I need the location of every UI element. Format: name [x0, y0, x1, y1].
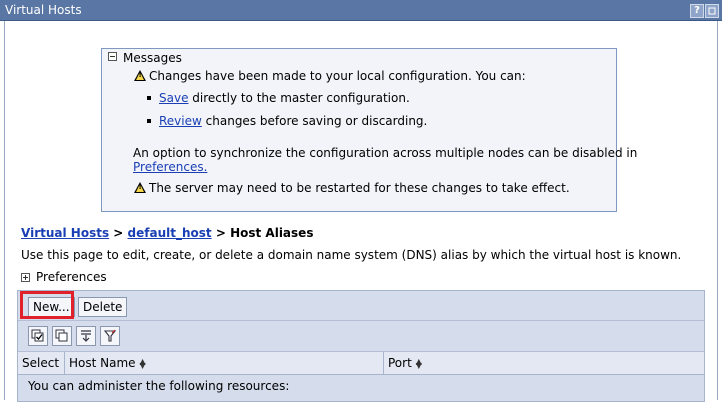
preferences-link[interactable]: Preferences. — [133, 160, 207, 174]
button-toolbar: New... Delete — [18, 291, 704, 321]
select-all-icon[interactable] — [28, 326, 48, 346]
sync-text: An option to synchronize the configurati… — [133, 146, 638, 160]
messages-header[interactable]: Messages — [108, 51, 182, 65]
frame-border-right — [717, 21, 718, 400]
column-select: Select — [18, 352, 65, 374]
review-option: Review changes before saving or discardi… — [147, 114, 427, 128]
messages-title: Messages — [123, 51, 182, 65]
review-link[interactable]: Review — [159, 114, 202, 128]
expand-icon[interactable] — [21, 273, 30, 282]
preferences-toggle[interactable]: Preferences — [21, 270, 107, 284]
table-info-row: You can administer the following resourc… — [18, 375, 704, 397]
frame-border-left — [4, 21, 5, 400]
warning-icon — [134, 182, 146, 193]
warning-icon — [134, 70, 146, 81]
preferences-link-line: Preferences. — [133, 160, 207, 174]
delete-button[interactable]: Delete — [78, 297, 128, 317]
restart-notice: The server may need to be restarted for … — [134, 181, 570, 195]
save-link[interactable]: Save — [159, 91, 188, 105]
clear-filter-icon[interactable] — [100, 326, 120, 346]
column-host-name[interactable]: Host Name ▲ ▼ — [65, 352, 384, 374]
highlight-box — [20, 291, 74, 319]
changes-notice-text: Changes have been made to your local con… — [149, 69, 526, 83]
window-titlebar: Virtual Hosts ? — [0, 0, 722, 21]
sort-icon[interactable]: ▲ ▼ — [140, 357, 146, 369]
table-header: Select Host Name ▲ ▼ Port ▲ ▼ — [18, 352, 704, 375]
breadcrumb-default-host[interactable]: default_host — [128, 226, 212, 240]
show-filter-icon[interactable] — [76, 326, 96, 346]
bullet-icon — [147, 96, 151, 100]
breadcrumb: Virtual Hosts > default_host > Host Alia… — [21, 226, 313, 240]
page-description: Use this page to edit, create, or delete… — [21, 248, 682, 262]
save-option-text: directly to the master configuration. — [192, 91, 410, 105]
restart-notice-text: The server may need to be restarted for … — [149, 181, 570, 195]
breadcrumb-virtual-hosts[interactable]: Virtual Hosts — [21, 226, 109, 240]
changes-notice: Changes have been made to your local con… — [134, 69, 526, 83]
column-host-name-label: Host Name — [69, 356, 136, 370]
collapse-icon[interactable] — [108, 52, 117, 61]
breadcrumb-separator: > — [215, 226, 226, 240]
icon-toolbar — [18, 321, 704, 352]
review-option-text: changes before saving or discarding. — [205, 114, 428, 128]
window-title: Virtual Hosts — [5, 3, 82, 17]
minimize-icon[interactable] — [705, 4, 719, 18]
messages-box: Messages Changes have been made to your … — [101, 48, 637, 212]
column-port[interactable]: Port ▲ ▼ — [384, 352, 703, 374]
collection-table: New... Delete Select Host Name ▲ ▼ Port ▲ ▼ … — [17, 290, 705, 402]
help-icon[interactable]: ? — [690, 4, 704, 18]
column-port-label: Port — [388, 356, 412, 370]
page-title: Host Aliases — [230, 226, 314, 240]
deselect-all-icon[interactable] — [52, 326, 72, 346]
sort-icon[interactable]: ▲ ▼ — [416, 357, 422, 369]
breadcrumb-separator: > — [113, 226, 124, 240]
save-option: Save directly to the master configuratio… — [147, 91, 410, 105]
preferences-label: Preferences — [36, 270, 107, 284]
bullet-icon — [147, 119, 151, 123]
